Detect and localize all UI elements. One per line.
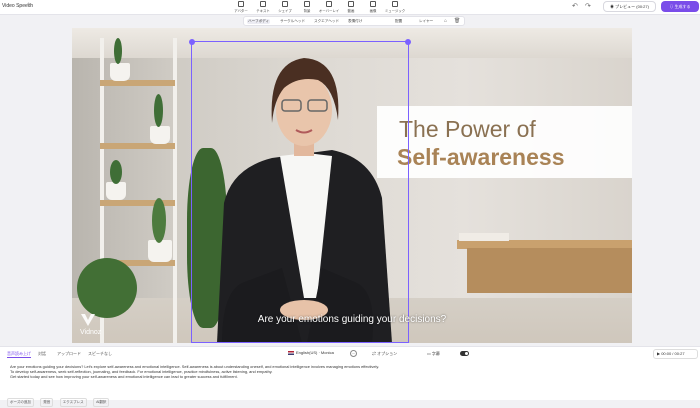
expression-button[interactable]: エクスプレス	[59, 398, 87, 407]
script-panel: 音声読み上げ 対話 アップロード スピーチなし English(US) · Mo…	[0, 346, 700, 407]
undo-icon[interactable]: ↶	[572, 2, 578, 10]
more-icon[interactable]: ⋯	[350, 350, 357, 357]
tool-overlay[interactable]: オーバーレイ	[318, 1, 340, 14]
tool-video[interactable]: 動画	[340, 1, 362, 14]
image-icon	[370, 1, 376, 7]
tab-text-to-speech[interactable]: 音声読み上げ	[7, 351, 31, 358]
arrange-button[interactable]: 配置	[395, 19, 402, 24]
subtitle-toggle[interactable]	[460, 351, 469, 356]
us-flag-icon	[288, 350, 294, 355]
vidnoz-logo: Vidnoz	[80, 313, 101, 336]
trash-icon[interactable]: 🗑	[454, 18, 460, 24]
voice-selector[interactable]: English(US) · Monica	[288, 350, 350, 358]
layer-button[interactable]: レイヤー	[419, 19, 433, 24]
preview-button[interactable]: ◉ プレビュー (00:27)	[603, 1, 656, 12]
ai-translate-button[interactable]: AI翻訳	[93, 398, 110, 407]
pronunciation-button[interactable]: 発音	[40, 398, 54, 407]
avatar-icon	[238, 1, 244, 7]
tool-music[interactable]: ミュージック	[384, 1, 406, 14]
pencil-icon[interactable]: ✎	[27, 2, 32, 9]
subtitle-caption[interactable]: Are your emotions guiding your decisions…	[72, 314, 632, 325]
add-pause-button[interactable]: ポーズの追加	[7, 398, 34, 407]
shape-icon	[282, 1, 288, 7]
tool-image[interactable]: 画像	[362, 1, 384, 14]
style-circle-head[interactable]: サークルヘッド	[280, 19, 305, 24]
text-icon	[260, 1, 266, 7]
video-icon	[348, 1, 354, 7]
tab-no-speech[interactable]: スピーチなし	[88, 351, 112, 357]
avatar-style-bar: ハーフボディ サークルヘッド スクエアヘッド 表情付け 配置 レイヤー ⌂ 🗑	[243, 16, 465, 26]
tool-text[interactable]: テキスト	[252, 1, 274, 14]
resize-handle[interactable]	[189, 39, 195, 45]
redo-icon[interactable]: ↷	[585, 2, 591, 10]
tab-upload[interactable]: アップロード	[57, 351, 81, 357]
subtitle-label: ▭ 字幕	[427, 351, 440, 356]
style-expression[interactable]: 表情付け	[348, 19, 362, 24]
avatar-selection-box[interactable]	[189, 39, 411, 343]
lock-icon[interactable]: ⌂	[444, 18, 447, 24]
generate-button[interactable]: ⇩ 生成する	[661, 1, 699, 12]
top-toolbar: Video Speech ✎ アバター テキスト シェイプ 背景 オーバーレイ …	[0, 0, 700, 15]
background-icon	[304, 1, 310, 7]
style-square-head[interactable]: スクエアヘッド	[314, 19, 339, 24]
script-text[interactable]: Are your emotions guiding your decisions…	[10, 364, 650, 379]
tool-shape[interactable]: シェイプ	[274, 1, 296, 14]
music-icon	[392, 1, 398, 7]
resize-handle[interactable]	[405, 39, 411, 45]
tool-avatar[interactable]: アバター	[230, 1, 252, 14]
tool-background[interactable]: 背景	[296, 1, 318, 14]
style-half-body[interactable]: ハーフボディ	[247, 19, 271, 24]
play-button[interactable]: ▶ 00:00 / 00:27	[653, 349, 698, 359]
script-tools: ポーズの追加 発音 エクスプレス AI翻訳	[7, 390, 111, 408]
vidnoz-logo-icon	[81, 314, 95, 326]
options-button[interactable]: ⇄ オプション	[372, 351, 397, 357]
tab-dialogue[interactable]: 対話	[38, 351, 46, 357]
overlay-icon	[326, 1, 332, 7]
